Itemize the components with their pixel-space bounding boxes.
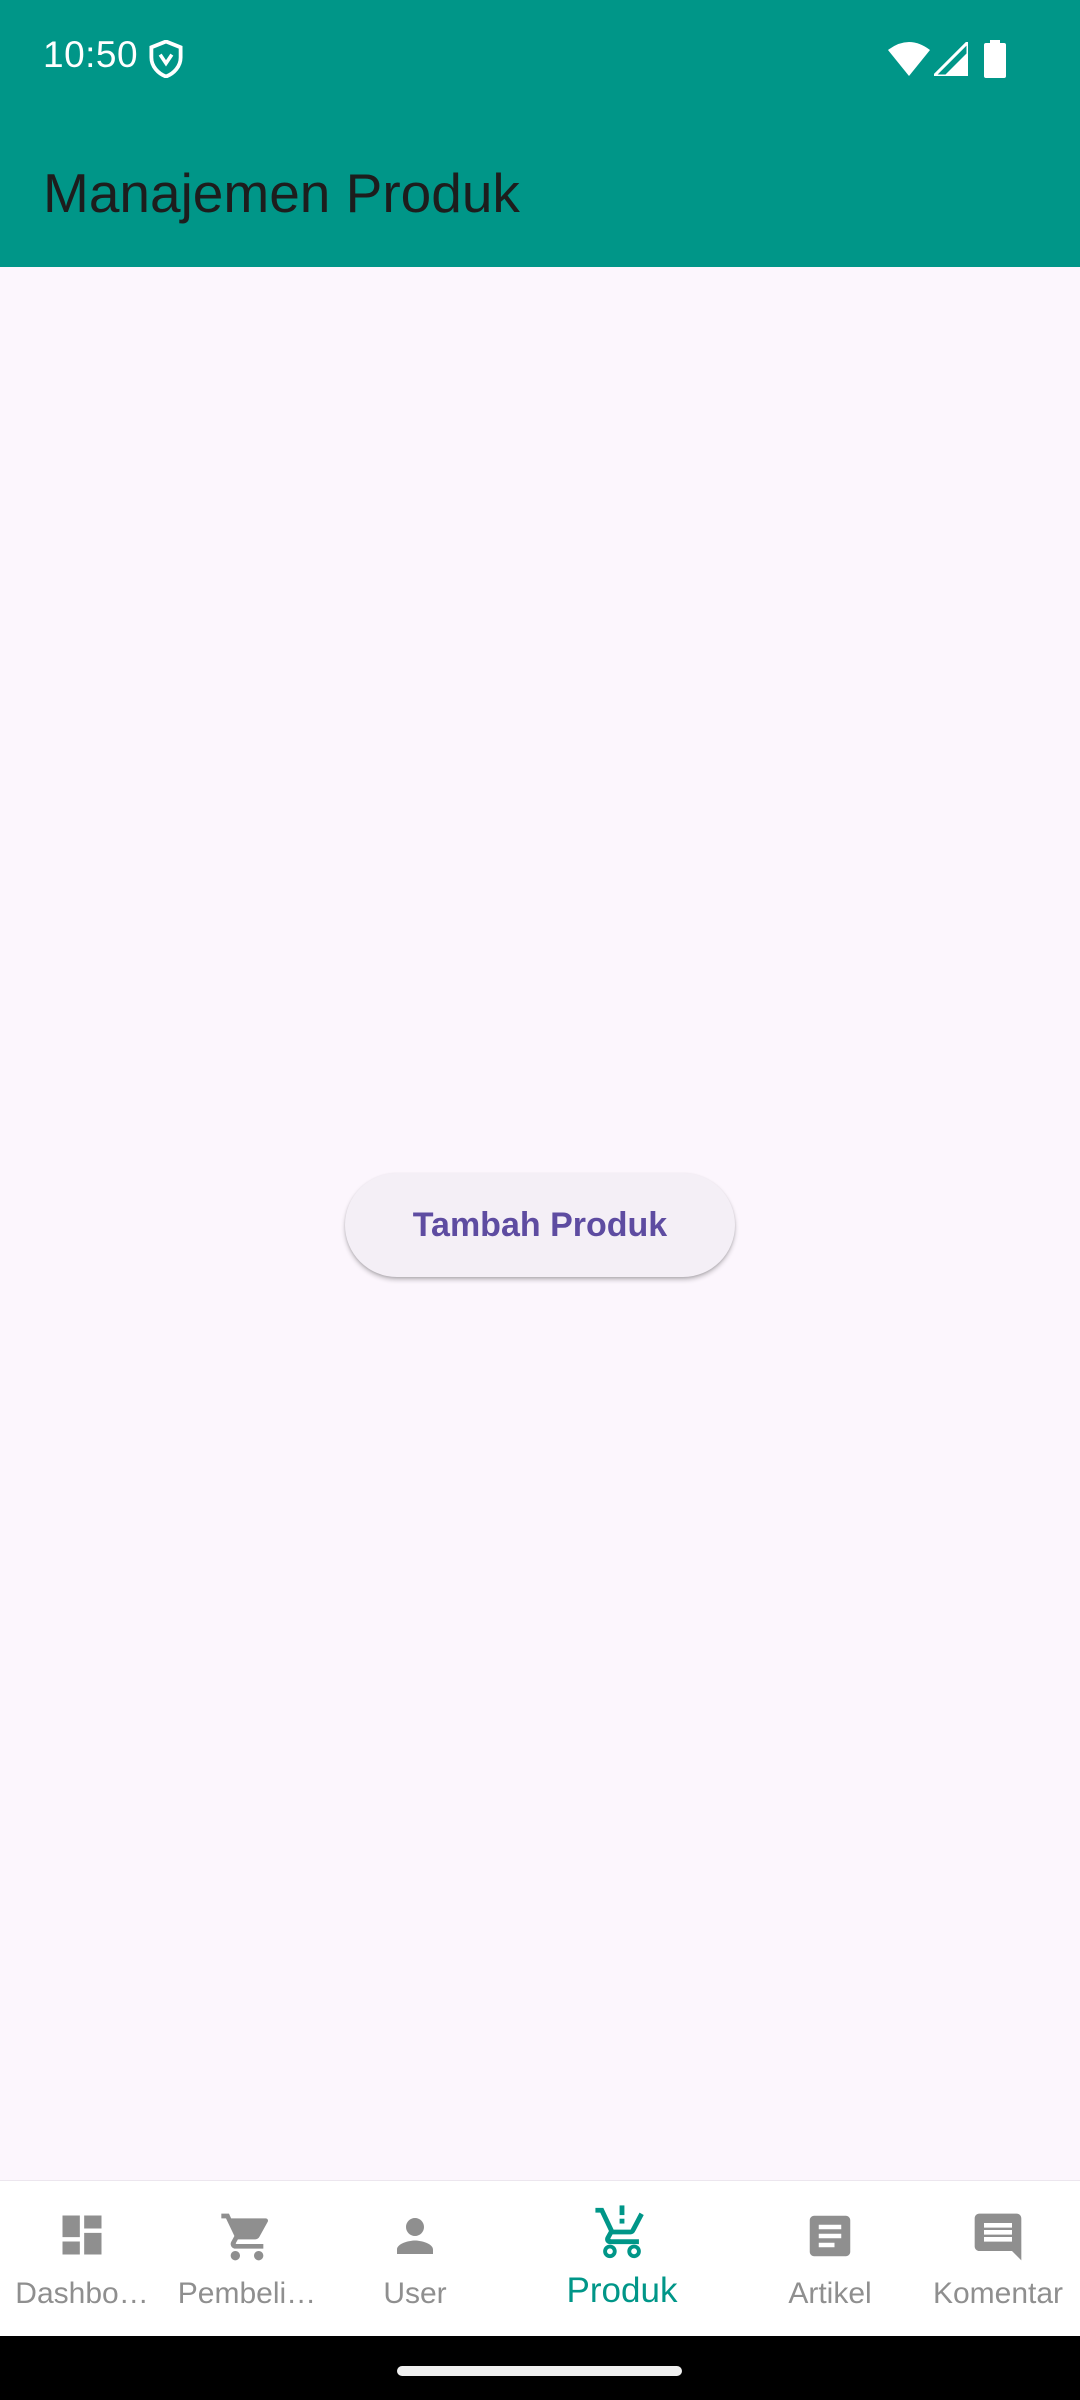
nav-item-user[interactable]: User — [330, 2181, 500, 2337]
bottom-navigation: Dashbo… Pembeli… User Produk Artikel Kom… — [0, 2180, 1080, 2337]
status-time: 10:50 — [43, 34, 139, 75]
comment-icon — [974, 2213, 1022, 2261]
cart-icon — [221, 2213, 269, 2261]
nav-item-produk[interactable]: Produk — [500, 2181, 744, 2337]
person-icon — [397, 2218, 433, 2254]
nav-label-komentar: Komentar — [932, 2277, 1064, 2310]
nav-label-produk: Produk — [566, 2271, 678, 2310]
nav-item-pembelian[interactable]: Pembeli… — [164, 2181, 330, 2337]
add-product-button[interactable]: Tambah Produk — [345, 1173, 735, 1277]
app-bar: 10:50 Manajemen Produk — [0, 0, 1080, 267]
nav-label-pembelian: Pembeli… — [177, 2277, 317, 2310]
gesture-bar — [0, 2336, 1080, 2400]
signal-icon — [934, 42, 968, 76]
battery-icon — [984, 40, 1006, 78]
nav-item-komentar[interactable]: Komentar — [916, 2181, 1080, 2337]
nav-item-dashboard[interactable]: Dashbo… — [0, 2181, 164, 2337]
home-indicator[interactable] — [397, 2366, 682, 2376]
nav-label-dashboard: Dashbo… — [15, 2277, 149, 2310]
shield-icon — [149, 40, 183, 78]
wifi-icon — [888, 42, 930, 76]
dashboard-icon — [62, 2215, 102, 2255]
nav-label-user: User — [383, 2277, 447, 2310]
status-bar: 10:50 — [0, 0, 1080, 120]
cart-add-icon — [595, 2205, 644, 2259]
article-icon — [809, 2215, 851, 2257]
page-title: Manajemen Produk — [43, 162, 520, 224]
nav-item-artikel[interactable]: Artikel — [744, 2181, 916, 2337]
nav-label-artikel: Artikel — [788, 2277, 872, 2310]
